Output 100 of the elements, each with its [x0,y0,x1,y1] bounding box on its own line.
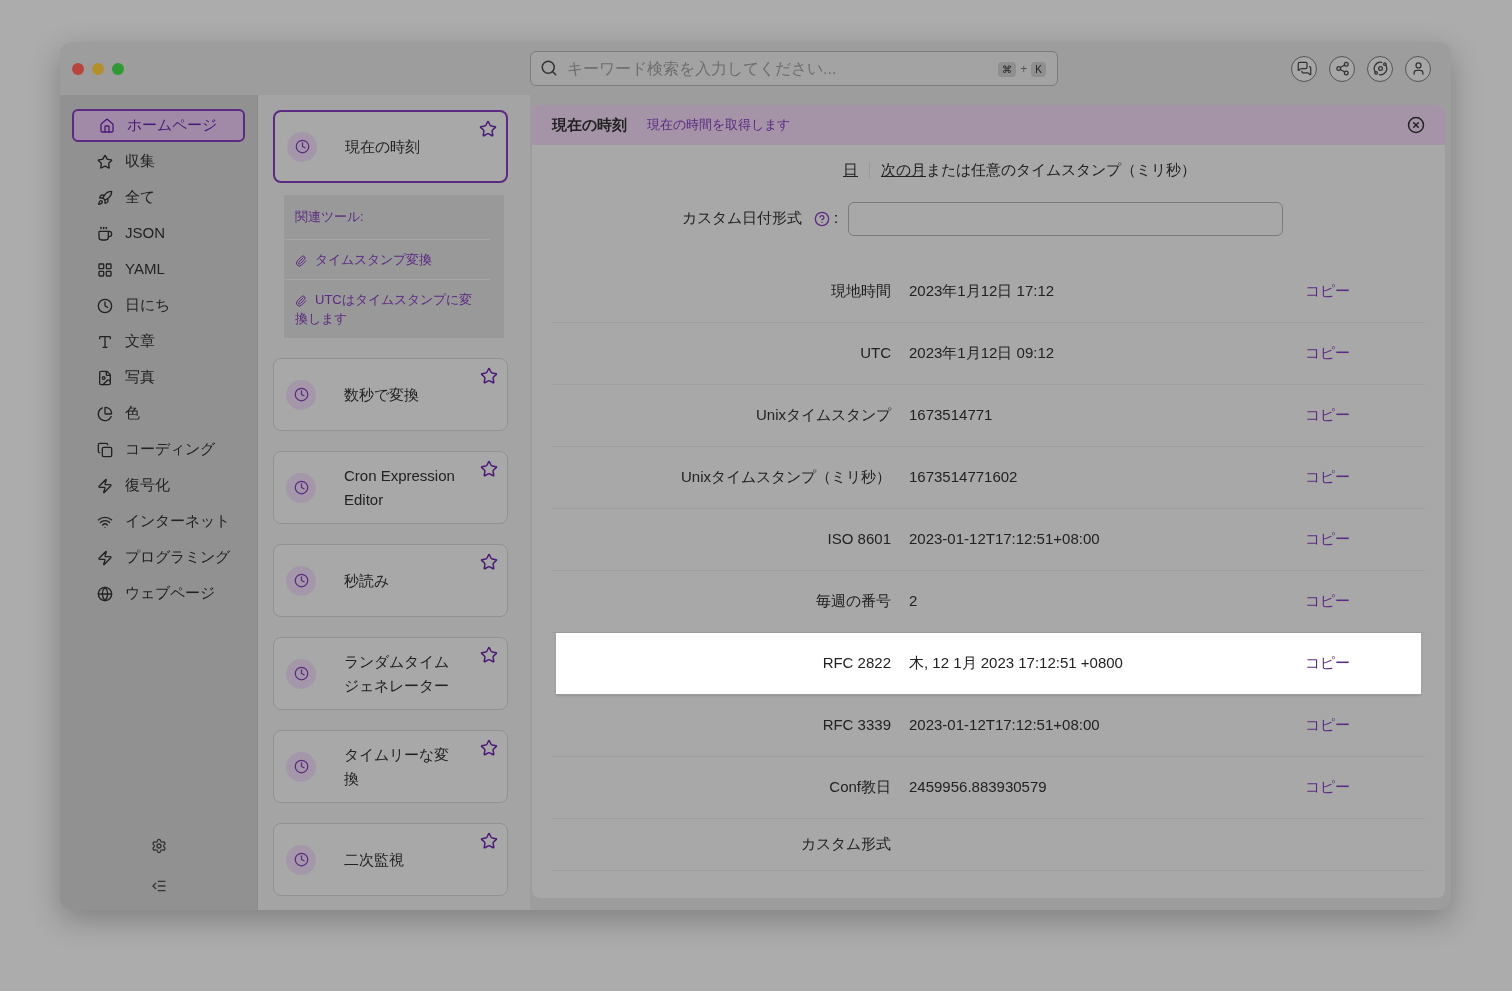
chat-icon[interactable] [1291,55,1317,82]
home-icon [99,117,115,134]
clock-icon [286,658,316,689]
copy-link[interactable]: コピー [1305,713,1350,737]
squares-icon [97,441,113,458]
sidebar-item[interactable]: 色 [72,397,245,430]
settings-icon[interactable] [150,838,167,854]
row-value: 2023年1月12日 09:12 [909,342,1056,363]
text-icon [97,333,113,350]
clock-icon [97,297,113,314]
sidebar-item[interactable]: JSON [72,217,245,250]
clock-icon [287,131,317,162]
collapse-sidebar-icon[interactable] [150,878,167,894]
help-icon[interactable] [814,210,830,227]
tool-title: Cron Expression Editor [344,465,456,510]
close-icon[interactable] [1407,116,1425,134]
row-label: RFC 2822 [821,652,891,673]
clock-icon [286,751,316,782]
clock-icon [286,844,316,875]
tool-card[interactable]: タイムリーな変換 [273,730,508,803]
tool-title: タイムリーな変換 [344,744,450,789]
row-value: 2023年1月12日 17:12 [909,280,1056,301]
favorite-icon[interactable] [480,460,498,478]
row-label: Unixタイムスタンプ [755,404,891,425]
row-value: 木, 12 1月 2023 17:12:51 +0800 [909,652,1124,673]
sidebar-item[interactable]: ウェブページ [72,577,245,610]
tool-card[interactable]: 二次監視 [273,823,508,896]
tool-title: ランダムタイムジェネレーター [344,651,450,696]
sidebar-item[interactable]: 全て [72,181,245,214]
hint-text: または任意のタイムスタンプ（ミリ秒） [926,160,1196,180]
tool-title: 二次監視 [344,849,405,870]
copy-link[interactable]: コピー [1305,775,1350,799]
favorite-icon[interactable] [480,646,498,664]
copy-link[interactable]: コピー [1305,527,1350,551]
rocket-icon [97,189,113,206]
copy-link[interactable]: コピー [1305,341,1350,365]
star-icon [97,153,113,170]
clock-icon [286,379,316,410]
related-heading: 関連ツール: [284,195,490,240]
lightning-icon [97,477,113,494]
row-value: 1673514771 [909,404,994,425]
row-value: 1673514771602 [909,466,1019,487]
copy-link[interactable]: コピー [1305,279,1350,303]
share-icon[interactable] [1329,55,1355,82]
image-file-icon [97,369,113,386]
sidebar-item[interactable]: 日にち [72,289,245,322]
row-label: Conf教日 [828,776,891,797]
sidebar-item[interactable]: 収集 [72,145,245,178]
user-icon[interactable] [1405,55,1431,82]
row-label: 毎週の番号 [815,590,891,611]
sidebar-item[interactable]: プログラミング [72,541,245,574]
lightning-icon [97,549,113,566]
row-value: 2023-01-12T17:12:51+08:00 [909,714,1101,735]
tool-card[interactable]: ランダムタイムジェネレーター [273,637,508,710]
favorite-icon[interactable] [480,367,498,385]
related-link[interactable]: UTCはタイムスタンプに変換します [284,280,490,338]
custom-format-field[interactable] [848,201,1284,236]
favorite-icon[interactable] [480,832,498,850]
row-value: 2 [909,590,919,611]
row-label: RFC 3339 [821,714,891,735]
copy-link[interactable]: コピー [1305,403,1350,427]
paperclip-icon [295,254,307,267]
sidebar-item[interactable]: ホームページ [72,109,245,142]
sidebar-item[interactable]: 文章 [72,325,245,358]
sidebar-item[interactable]: インターネット [72,505,245,538]
sidebar-item[interactable]: 写真 [72,361,245,394]
cup-icon [97,225,113,242]
tool-card[interactable]: 現在の時刻 [273,110,508,183]
row-value: 2023-01-12T17:12:51+08:00 [909,528,1101,549]
colon: : [834,208,839,229]
globe-icon [97,585,113,602]
related-link[interactable]: タイムスタンプ変換 [284,240,490,280]
tool-card[interactable]: 数秒で変換 [273,358,508,431]
favorite-icon[interactable] [479,120,497,138]
tool-title: 数秒で変換 [344,384,420,405]
tool-title: 現在の時刻 [345,136,421,157]
sidebar-item[interactable]: YAML [72,253,245,286]
tool-card[interactable]: Cron Expression Editor [273,451,508,524]
hint-link[interactable]: 次の月 [881,159,926,182]
copy-link[interactable]: コピー [1305,465,1350,489]
plus-sign: + [1020,61,1028,78]
tool-title: 秒読み [344,570,390,591]
clock-icon [286,472,316,503]
sidebar-item[interactable]: コーディング [72,433,245,466]
hint-link[interactable]: 日 [843,159,858,182]
paperclip-icon [295,294,307,307]
copy-link[interactable]: コピー [1305,651,1350,675]
row-label: UTC [859,342,891,363]
tool-card[interactable]: 秒読み [273,544,508,617]
planet-icon[interactable] [1367,55,1393,82]
favorite-icon[interactable] [480,553,498,571]
field-label: カスタム日付形式 [682,208,802,229]
favorite-icon[interactable] [480,739,498,757]
copy-link[interactable]: コピー [1305,589,1350,613]
panel-subtitle: 現在の時間を取得します [647,116,790,135]
row-label: 現地時間 [830,280,891,301]
pie-chart-icon [97,405,113,422]
sidebar-item[interactable]: 復号化 [72,469,245,502]
clock-icon [286,565,316,596]
grid-icon [97,261,113,278]
